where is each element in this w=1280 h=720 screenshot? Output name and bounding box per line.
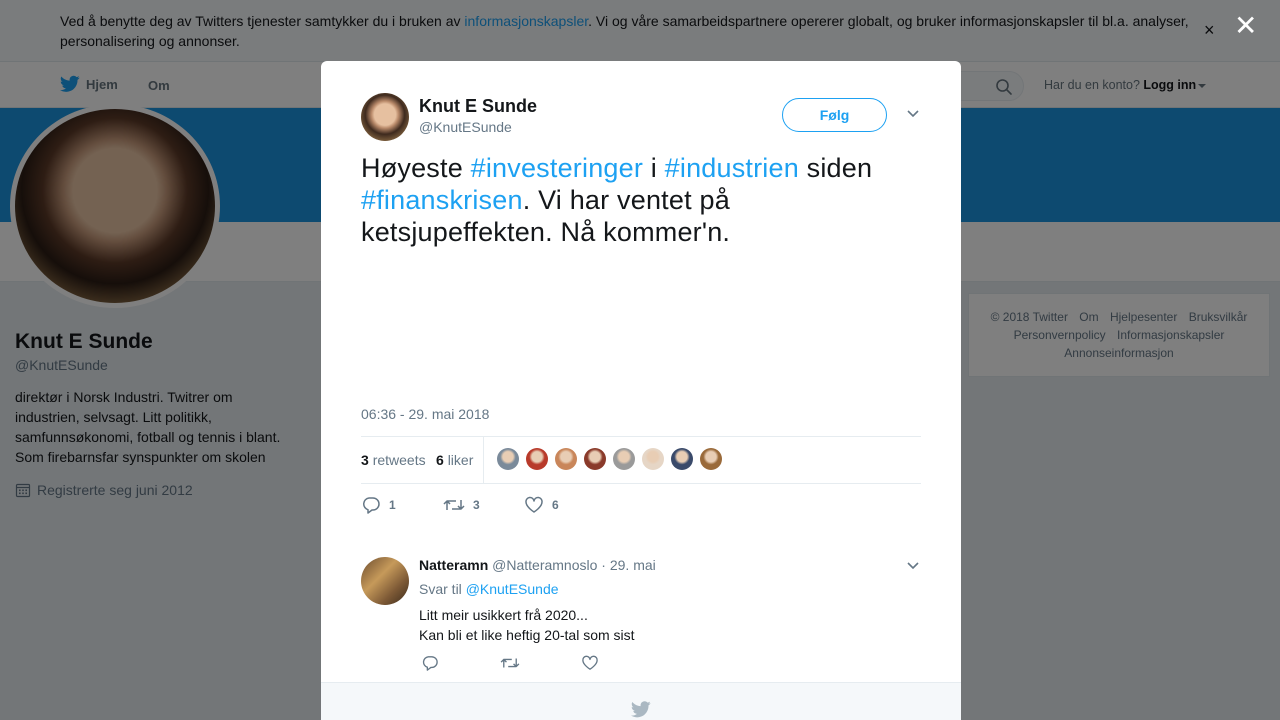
author-handle[interactable]: @KnutESunde	[419, 119, 512, 135]
retweet-icon	[443, 500, 465, 510]
tweet-text-segment: siden	[798, 153, 873, 183]
tweet-modal: Knut E Sunde @KnutESunde Følg Høyeste #i…	[321, 61, 961, 720]
reply-count: 1	[389, 498, 396, 512]
liker-avatar[interactable]	[700, 448, 722, 470]
reply-author-handle[interactable]: @Natteramnoslo	[492, 557, 597, 573]
reply-date[interactable]: 29. mai	[610, 557, 656, 573]
reply-icon[interactable]	[421, 655, 439, 671]
stats-divider	[483, 437, 484, 483]
liker-avatar[interactable]	[555, 448, 577, 470]
liker-avatar[interactable]	[642, 448, 664, 470]
likes-label: liker	[447, 452, 474, 468]
retweet-button[interactable]: 3	[443, 496, 480, 514]
liker-avatar[interactable]	[584, 448, 606, 470]
likes-count: 6	[436, 452, 444, 468]
reply-to: Svar til @KnutESunde	[419, 581, 559, 597]
reply-icon	[362, 497, 380, 514]
heart-icon[interactable]	[581, 655, 599, 671]
reply-text-line: Kan bli et like heftig 20-tal som sist	[419, 627, 635, 643]
reply-separator: ·	[601, 557, 606, 573]
liker-avatar[interactable]	[497, 448, 519, 470]
like-count: 6	[552, 498, 559, 512]
liker-avatar[interactable]	[671, 448, 693, 470]
tweet-text-segment: Høyeste	[361, 153, 471, 183]
likes-stat[interactable]: 6 liker	[436, 452, 473, 468]
author-name[interactable]: Knut E Sunde	[419, 96, 537, 117]
chevron-down-icon[interactable]	[906, 561, 920, 571]
close-icon[interactable]: ✕	[1234, 12, 1257, 40]
liker-avatar[interactable]	[613, 448, 635, 470]
reply-avatar[interactable]	[361, 557, 409, 605]
retweet-count: 3	[473, 498, 480, 512]
like-button[interactable]: 6	[524, 496, 559, 514]
heart-icon	[525, 496, 543, 513]
reply-header: Natteramn @Natteramnoslo · 29. mai	[419, 557, 656, 573]
chevron-down-icon[interactable]	[906, 109, 920, 119]
tweet-actions: 1 3 6	[361, 496, 921, 516]
hashtag-link[interactable]: #investeringer	[471, 153, 643, 183]
liker-avatar[interactable]	[526, 448, 548, 470]
hashtag-link[interactable]: #finanskrisen	[361, 185, 523, 215]
follow-button[interactable]: Følg	[782, 98, 887, 132]
reply-button[interactable]: 1	[361, 496, 396, 514]
hashtag-link[interactable]: #industrien	[665, 153, 799, 183]
tweet-text-segment: i	[643, 153, 665, 183]
likers-avatars	[497, 448, 729, 470]
retweets-label: retweets	[372, 452, 426, 468]
reply-text: Litt meir usikkert frå 2020... Kan bli et…	[419, 605, 635, 645]
retweet-icon[interactable]	[500, 655, 520, 671]
reply-actions	[419, 655, 719, 671]
tweet-stats: 3 retweets 6 liker	[361, 436, 921, 484]
retweets-stat[interactable]: 3 retweets	[361, 452, 426, 468]
reply-to-label: Svar til	[419, 581, 462, 597]
author-avatar[interactable]	[361, 93, 409, 141]
reply-author-name[interactable]: Natteramn	[419, 557, 488, 573]
twitter-bird-icon	[631, 701, 651, 718]
reply-to-handle[interactable]: @KnutESunde	[466, 581, 559, 597]
tweet-text: Høyeste #investeringer i #industrien sid…	[361, 152, 921, 248]
reply-text-line: Litt meir usikkert frå 2020...	[419, 607, 588, 623]
tweet-timestamp[interactable]: 06:36 - 29. mai 2018	[361, 406, 489, 422]
modal-footer	[321, 682, 961, 720]
retweets-count: 3	[361, 452, 369, 468]
